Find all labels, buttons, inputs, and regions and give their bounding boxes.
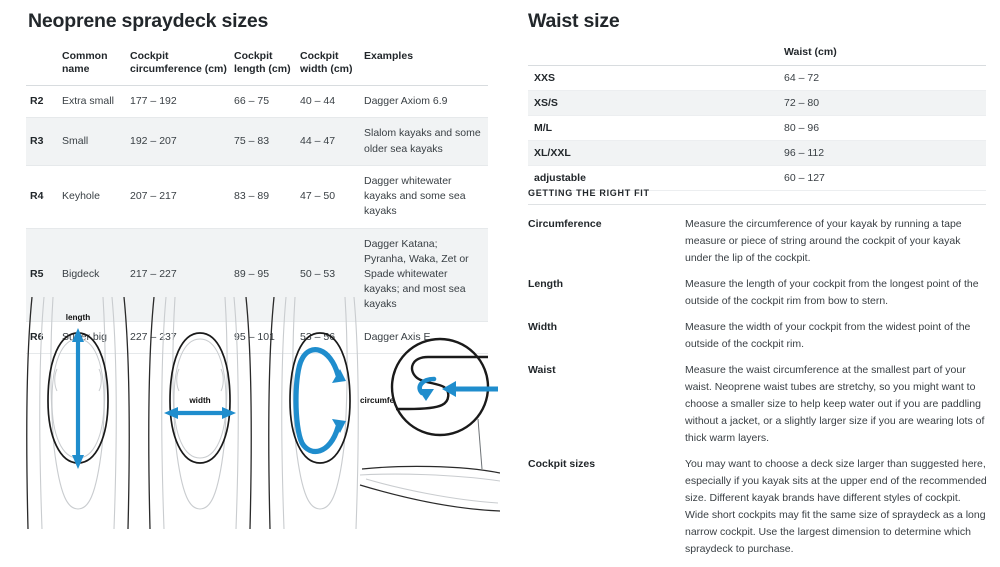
table-row: M/L 80 – 96 <box>528 115 986 141</box>
fit-item-label: Length <box>528 278 563 290</box>
col-header-size <box>528 44 784 66</box>
cell-common-name: Small <box>62 117 130 166</box>
left-column: Neoprene spraydeck sizes Common name Coc… <box>0 0 510 534</box>
table-row: XS/S 72 – 80 <box>528 90 986 116</box>
diagram-rim-detail <box>359 337 500 512</box>
width-arrow-icon <box>164 407 236 419</box>
table-header: Common name Cockpit circumference (cm) C… <box>26 48 488 87</box>
cell-length: 66 – 75 <box>234 85 300 119</box>
length-arrow-icon <box>72 328 84 469</box>
cell-width: 47 – 50 <box>300 165 364 229</box>
table-row: XXS 64 – 72 <box>528 65 986 91</box>
cell-waist: 64 – 72 <box>784 65 986 91</box>
fit-item-text: Measure the waist circumference at the s… <box>685 364 985 444</box>
cell-circumference: 207 – 217 <box>130 165 234 229</box>
fit-item-label: Waist <box>528 364 556 376</box>
cell-size: M/L <box>528 115 784 141</box>
cell-circumference: 192 – 207 <box>130 117 234 166</box>
cell-width: 44 – 47 <box>300 117 364 166</box>
measurement-diagrams: length width circumference <box>20 297 500 529</box>
cell-size: XS/S <box>528 90 784 116</box>
waist-table-body: XXS 64 – 72 XS/S 72 – 80 M/L 80 – 96 XL/… <box>528 65 986 191</box>
right-column: Waist size Waist (cm) XXS 64 – 72 XS/S 7… <box>510 0 1000 555</box>
waist-size-table: Waist (cm) XXS 64 – 72 XS/S 72 – 80 M/L … <box>528 44 986 191</box>
cell-code: R4 <box>26 165 62 229</box>
col-header-common-name: Common name <box>62 48 130 87</box>
cell-code: R2 <box>26 85 62 119</box>
cell-waist: 72 – 80 <box>784 90 986 116</box>
fit-item-text: Measure the length of your cockpit from … <box>685 278 979 307</box>
cell-circumference: 177 – 192 <box>130 85 234 119</box>
waist-size-title: Waist size <box>528 10 620 32</box>
cell-length: 75 – 83 <box>234 117 300 166</box>
circumference-loop-icon <box>293 347 346 454</box>
cell-common-name: Keyhole <box>62 165 130 229</box>
cell-size: XXS <box>528 65 784 91</box>
fit-item: Width Measure the width of your cockpit … <box>528 319 994 353</box>
waist-header-row: Waist (cm) <box>528 44 986 66</box>
size-guide-page: Neoprene spraydeck sizes Common name Coc… <box>0 0 1000 555</box>
col-header-width: Cockpit width (cm) <box>300 48 364 87</box>
fit-definition-list: Circumference Measure the circumference … <box>528 216 994 567</box>
table-row: R2 Extra small 177 – 192 66 – 75 40 – 44… <box>26 85 488 119</box>
cell-width: 40 – 44 <box>300 85 364 119</box>
cell-length: 83 – 89 <box>234 165 300 229</box>
table-row: adjustable 60 – 127 <box>528 165 986 191</box>
col-header-length: Cockpit length (cm) <box>234 48 300 87</box>
cell-waist: 80 – 96 <box>784 115 986 141</box>
fit-item-label: Cockpit sizes <box>528 458 596 470</box>
fit-item-text: You may want to choose a deck size large… <box>685 458 987 555</box>
fit-item: Circumference Measure the circumference … <box>528 216 994 267</box>
cell-code: R3 <box>26 117 62 166</box>
cell-examples: Dagger Axiom 6.9 <box>364 85 488 119</box>
fit-item-label: Width <box>528 321 558 333</box>
table-header-row: Common name Cockpit circumference (cm) C… <box>26 48 488 87</box>
cell-size: XL/XXL <box>528 140 784 166</box>
fit-item-text: Measure the width of your cockpit from t… <box>685 321 971 350</box>
table-row: R4 Keyhole 207 – 217 83 – 89 47 – 50 Dag… <box>26 165 488 229</box>
diagram-label-length: length <box>66 313 91 322</box>
col-header-examples: Examples <box>364 48 488 87</box>
table-row: XL/XXL 96 – 112 <box>528 140 986 166</box>
diagram-label-width: width <box>188 396 210 405</box>
diagram-length: length <box>26 297 130 529</box>
cell-common-name: Extra small <box>62 85 130 119</box>
fit-item-text: Measure the circumference of your kayak … <box>685 218 962 264</box>
waist-table-header: Waist (cm) <box>528 44 986 66</box>
table-row: R3 Small 192 – 207 75 – 83 44 – 47 Slalo… <box>26 117 488 166</box>
cell-size: adjustable <box>528 165 784 191</box>
cell-waist: 60 – 127 <box>784 165 986 191</box>
fit-item: Cockpit sizes You may want to choose a d… <box>528 456 994 558</box>
fit-item-label: Circumference <box>528 218 602 230</box>
col-header-waist: Waist (cm) <box>784 44 986 66</box>
cell-examples: Slalom kayaks and some older sea kayaks <box>364 117 488 166</box>
col-header-code <box>26 48 62 87</box>
col-header-circumference: Cockpit circumference (cm) <box>130 48 234 87</box>
diagram-width: width <box>148 297 252 529</box>
fit-item: Length Measure the length of your cockpi… <box>528 276 994 310</box>
section-divider <box>528 204 986 205</box>
getting-the-right-fit-heading: GETTING THE RIGHT FIT <box>528 188 650 198</box>
cell-waist: 96 – 112 <box>784 140 986 166</box>
page-title: Neoprene spraydeck sizes <box>28 10 269 32</box>
cell-examples: Dagger whitewater kayaks and some sea ka… <box>364 165 488 229</box>
fit-item: Waist Measure the waist circumference at… <box>528 362 994 447</box>
